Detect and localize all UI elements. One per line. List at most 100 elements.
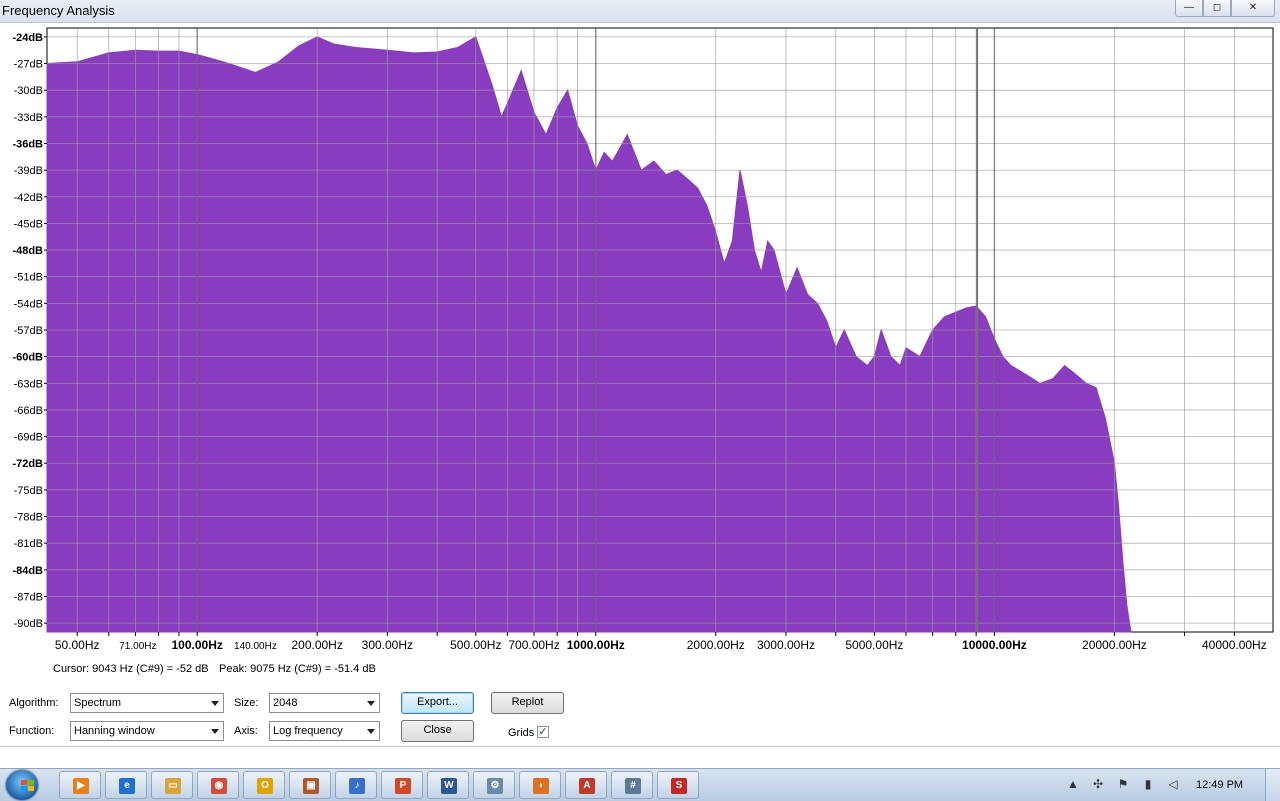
algorithm-label: Algorithm:	[9, 697, 59, 709]
taskbar-app-button[interactable]: ▣	[289, 771, 331, 799]
x-tick-label: 71.00Hz	[119, 641, 156, 652]
y-tick-label: -45dB	[14, 218, 43, 230]
window-title: Frequency Analysis	[2, 3, 115, 18]
function-value: Hanning window	[74, 725, 155, 737]
start-button[interactable]	[6, 770, 38, 800]
y-tick-label: -87dB	[14, 591, 43, 603]
show-desktop-button[interactable]	[1265, 769, 1280, 801]
x-tick-label: 20000.00Hz	[1082, 638, 1147, 652]
remote-desktop-icon: ▣	[303, 778, 319, 794]
flag-icon[interactable]: ⚑	[1116, 777, 1130, 791]
y-tick-label: -84dB	[12, 565, 43, 577]
y-tick-label: -42dB	[14, 192, 43, 204]
peak-readout: Peak: 9075 Hz (C#9) = -51.4 dB	[219, 663, 376, 675]
itunes-icon: ♪	[349, 778, 365, 794]
algorithm-select[interactable]: Spectrum	[70, 693, 224, 713]
x-tick-label: 50.00Hz	[55, 638, 100, 652]
x-tick-label: 500.00Hz	[450, 638, 501, 652]
x-tick-label: 300.00Hz	[362, 638, 413, 652]
axis-value: Log frequency	[273, 725, 343, 737]
grids-label: Grids	[508, 727, 535, 739]
taskbar-app-button[interactable]: #	[611, 771, 653, 799]
tools-icon: ⚙	[487, 778, 503, 794]
powerpoint-icon: P	[395, 778, 411, 794]
taskbar-app-button[interactable]: ♪	[335, 771, 377, 799]
function-select[interactable]: Hanning window	[70, 721, 224, 741]
axis-label: Axis:	[234, 725, 258, 737]
x-tick-label: 2000.00Hz	[687, 638, 745, 652]
taskbar-app-button[interactable]: ▭	[151, 771, 193, 799]
grids-checkbox[interactable]: ✓	[537, 726, 549, 738]
word-icon: W	[441, 778, 457, 794]
y-tick-label: -33dB	[14, 112, 43, 124]
chevron-down-icon	[367, 729, 375, 734]
internet-explorer-icon: e	[119, 778, 135, 794]
taskbar-app-button[interactable]: S	[657, 771, 699, 799]
y-tick-label: -36dB	[12, 138, 43, 150]
y-tick-label: -27dB	[14, 59, 43, 71]
x-tick-label: 40000.00Hz	[1202, 638, 1267, 652]
y-tick-label: -54dB	[14, 298, 43, 310]
size-value: 2048	[273, 697, 298, 709]
y-tick-label: -60dB	[12, 352, 43, 364]
signal-icon[interactable]: ▮	[1141, 777, 1155, 791]
volume-icon[interactable]: ◁	[1166, 777, 1180, 791]
y-tick-label: -63dB	[14, 378, 43, 390]
network-app-icon[interactable]: ✣	[1091, 777, 1105, 791]
maximize-button[interactable]: ◻	[1203, 0, 1231, 17]
chevron-down-icon	[367, 701, 375, 706]
x-tick-label: 1000.00Hz	[567, 638, 625, 652]
y-tick-label: -90dB	[14, 618, 43, 630]
clock[interactable]: 12:49 PM	[1196, 779, 1243, 791]
function-label: Function:	[9, 725, 55, 737]
y-tick-label: -81dB	[14, 538, 43, 550]
export-button[interactable]: Export...	[401, 692, 474, 714]
taskbar-app-button[interactable]: W	[427, 771, 469, 799]
taskbar: ▶ e ▭ ◉ O ▣ ♪ P W ⚙ ◗ A # S ▲ ✣ ⚑ ▮ ◁ 12:49 PM	[0, 768, 1280, 801]
chevron-up-icon[interactable]: ▲	[1066, 777, 1080, 791]
y-tick-label: -24dB	[12, 32, 43, 44]
x-tick-label: 700.00Hz	[508, 638, 559, 652]
taskbar-app-button[interactable]: O	[243, 771, 285, 799]
taskbar-app-button[interactable]: ▶	[59, 771, 101, 799]
taskbar-app-button[interactable]: ◗	[519, 771, 561, 799]
audacity-icon: ◗	[533, 778, 549, 794]
y-tick-label: -75dB	[14, 485, 43, 497]
y-tick-label: -51dB	[14, 272, 43, 284]
y-tick-label: -57dB	[14, 325, 43, 337]
close-window-button[interactable]: ✕	[1231, 0, 1275, 17]
outlook-icon: O	[257, 778, 273, 794]
spectrum-chart-svg[interactable]: -24dB -27dB -30dB -33dB -36dB -39dB -42dB -45dB…	[0, 22, 1280, 662]
cursor-readout: Cursor: 9043 Hz (C#9) = -52 dB	[53, 663, 209, 675]
calculator-icon: #	[625, 778, 641, 794]
window-title-bar[interactable]: Frequency Analysis — ◻ ✕	[0, 0, 1280, 23]
x-tick-label: 200.00Hz	[291, 638, 342, 652]
chevron-down-icon	[211, 729, 219, 734]
sbp-app-icon: S	[671, 778, 687, 794]
taskbar-app-button[interactable]: A	[565, 771, 607, 799]
y-tick-label: -30dB	[14, 85, 43, 97]
replot-button[interactable]: Replot	[491, 692, 564, 714]
spectrum-chart[interactable]: -24dB -27dB -30dB -33dB -36dB -39dB -42dB -45dB…	[0, 22, 1280, 662]
y-tick-label: -78dB	[14, 512, 43, 524]
pdf-icon: A	[579, 778, 595, 794]
x-tick-label: 140.00Hz	[234, 641, 277, 652]
taskbar-app-button[interactable]: ◉	[197, 771, 239, 799]
windows-logo-icon	[21, 780, 34, 791]
y-tick-label: -48dB	[12, 245, 43, 257]
axis-select[interactable]: Log frequency	[269, 721, 380, 741]
divider	[0, 746, 1280, 747]
x-tick-label: 10000.00Hz	[962, 638, 1027, 652]
size-select[interactable]: 2048	[269, 693, 380, 713]
close-button[interactable]: Close	[401, 720, 474, 742]
y-tick-label: -39dB	[14, 165, 43, 177]
folder-icon: ▭	[165, 778, 181, 794]
minimize-button[interactable]: —	[1175, 0, 1203, 17]
taskbar-app-button[interactable]: e	[105, 771, 147, 799]
chrome-icon: ◉	[211, 778, 227, 794]
x-tick-label: 100.00Hz	[171, 638, 222, 652]
taskbar-app-button[interactable]: ⚙	[473, 771, 515, 799]
y-tick-label: -69dB	[14, 432, 43, 444]
taskbar-app-button[interactable]: P	[381, 771, 423, 799]
x-tick-label: 3000.00Hz	[757, 638, 815, 652]
